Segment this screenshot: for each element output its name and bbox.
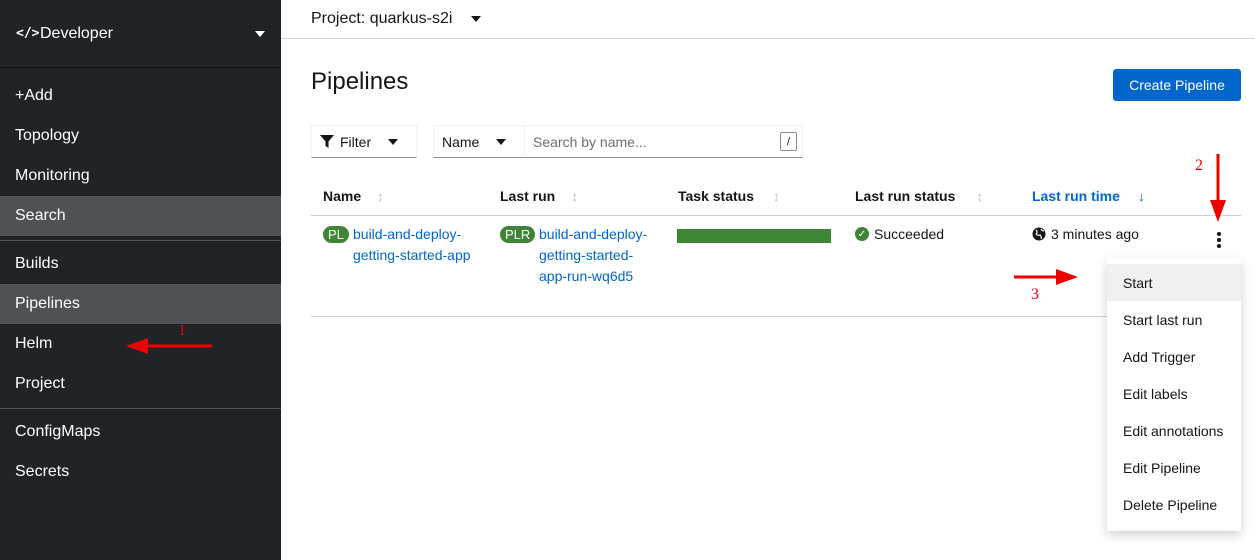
pipeline-name-link[interactable]: build-and-deploy-getting-started-app bbox=[353, 224, 478, 266]
pipelinerun-badge: PLR bbox=[500, 226, 536, 243]
project-selector[interactable]: Project: quarkus-s2i bbox=[311, 10, 452, 28]
column-header-label: Name bbox=[323, 188, 362, 204]
filter-type-select[interactable]: Name bbox=[433, 125, 525, 158]
column-header-last-run[interactable]: Last run ↕ bbox=[500, 188, 578, 204]
sidebar-item-pipelines[interactable]: Pipelines bbox=[0, 284, 281, 324]
nav-groups: +Add Topology Monitoring Search Builds Pipeli… bbox=[0, 68, 281, 492]
filter-type-label: Name bbox=[442, 133, 480, 150]
annotation-number-1: 1 bbox=[178, 322, 186, 339]
caret-down-icon bbox=[255, 30, 265, 37]
pipeline-badge: PL bbox=[323, 226, 349, 243]
sidebar-item-builds[interactable]: Builds bbox=[0, 244, 281, 284]
task-status-bar[interactable] bbox=[677, 229, 831, 243]
caret-down-icon bbox=[388, 138, 399, 145]
caret-down-icon bbox=[496, 138, 507, 145]
column-header-label: Task status bbox=[678, 188, 754, 204]
sort-icon: ↕ bbox=[976, 188, 983, 204]
filter-label: Filter bbox=[340, 133, 372, 150]
time-text: 3 minutes ago bbox=[1051, 226, 1139, 242]
column-header-last-run-time[interactable]: Last run time ↓ bbox=[1032, 188, 1145, 204]
sidebar-item-secrets[interactable]: Secrets bbox=[0, 452, 281, 492]
sort-icon: ↕ bbox=[773, 188, 780, 204]
column-header-name[interactable]: Name ↕ bbox=[323, 188, 384, 204]
last-run-time: 3 minutes ago bbox=[1032, 226, 1139, 242]
caret-down-icon[interactable] bbox=[471, 16, 482, 22]
sidebar-item-helm[interactable]: Helm bbox=[0, 324, 281, 364]
perspective-label: Developer bbox=[40, 24, 113, 42]
keyboard-shortcut-hint: / bbox=[780, 132, 797, 151]
column-header-label: Last run status bbox=[855, 188, 956, 204]
sidebar-item-topology[interactable]: Topology bbox=[0, 116, 281, 156]
column-header-task-status[interactable]: Task status ↕ bbox=[678, 188, 780, 204]
column-header-label: Last run time bbox=[1032, 188, 1120, 204]
sidebar-item-project[interactable]: Project bbox=[0, 364, 281, 404]
project-bar: Project: quarkus-s2i bbox=[281, 0, 1255, 39]
sidebar: </> Developer +Add Topology Monitoring Sear… bbox=[0, 0, 281, 560]
create-pipeline-button[interactable]: Create Pipeline bbox=[1113, 69, 1241, 101]
status-text: Succeeded bbox=[874, 226, 945, 242]
sort-icon: ↕ bbox=[571, 188, 578, 204]
perspective-switcher[interactable]: </> Developer bbox=[0, 0, 281, 68]
table-row-divider bbox=[311, 316, 1241, 317]
menu-item-delete-pipeline[interactable]: Delete Pipeline bbox=[1107, 486, 1241, 523]
annotation-number-2: 2 bbox=[1195, 157, 1203, 174]
sidebar-item-search[interactable]: Search bbox=[0, 196, 281, 236]
sort-descending-icon: ↓ bbox=[1137, 188, 1145, 204]
check-circle-icon: ✓ bbox=[855, 227, 869, 241]
page-title: Pipelines bbox=[311, 68, 409, 95]
column-header-last-run-status[interactable]: Last run status ↕ bbox=[855, 188, 983, 204]
filter-icon bbox=[320, 134, 334, 148]
sidebar-item-configmaps[interactable]: ConfigMaps bbox=[0, 412, 281, 452]
annotation-number-3: 3 bbox=[1031, 286, 1039, 303]
filter-dropdown[interactable]: Filter bbox=[311, 125, 417, 158]
globe-icon bbox=[1032, 227, 1046, 241]
sidebar-item-monitoring[interactable]: Monitoring bbox=[0, 156, 281, 196]
nav-divider bbox=[0, 240, 281, 241]
menu-item-edit-pipeline[interactable]: Edit Pipeline bbox=[1107, 449, 1241, 486]
column-header-label: Last run bbox=[500, 188, 556, 204]
last-run-link[interactable]: build-and-deploy-getting-started-app-run… bbox=[539, 224, 659, 287]
actions-menu: Start Start last run Add Trigger Edit label… bbox=[1107, 258, 1241, 531]
sort-icon: ↕ bbox=[377, 188, 384, 204]
menu-item-start[interactable]: Start bbox=[1107, 264, 1241, 301]
nav-divider bbox=[0, 408, 281, 409]
menu-item-edit-labels[interactable]: Edit labels bbox=[1107, 375, 1241, 412]
search-input[interactable] bbox=[533, 133, 773, 150]
menu-item-add-trigger[interactable]: Add Trigger bbox=[1107, 338, 1241, 375]
search-field: / bbox=[524, 125, 803, 158]
last-run-status: ✓ Succeeded bbox=[855, 226, 944, 242]
sidebar-item-add[interactable]: +Add bbox=[0, 76, 281, 116]
table-header-divider bbox=[311, 215, 1241, 216]
code-icon: </> bbox=[16, 26, 40, 41]
kebab-menu-icon[interactable] bbox=[1213, 232, 1225, 248]
menu-item-start-last-run[interactable]: Start last run bbox=[1107, 301, 1241, 338]
menu-item-edit-annotations[interactable]: Edit annotations bbox=[1107, 412, 1241, 449]
